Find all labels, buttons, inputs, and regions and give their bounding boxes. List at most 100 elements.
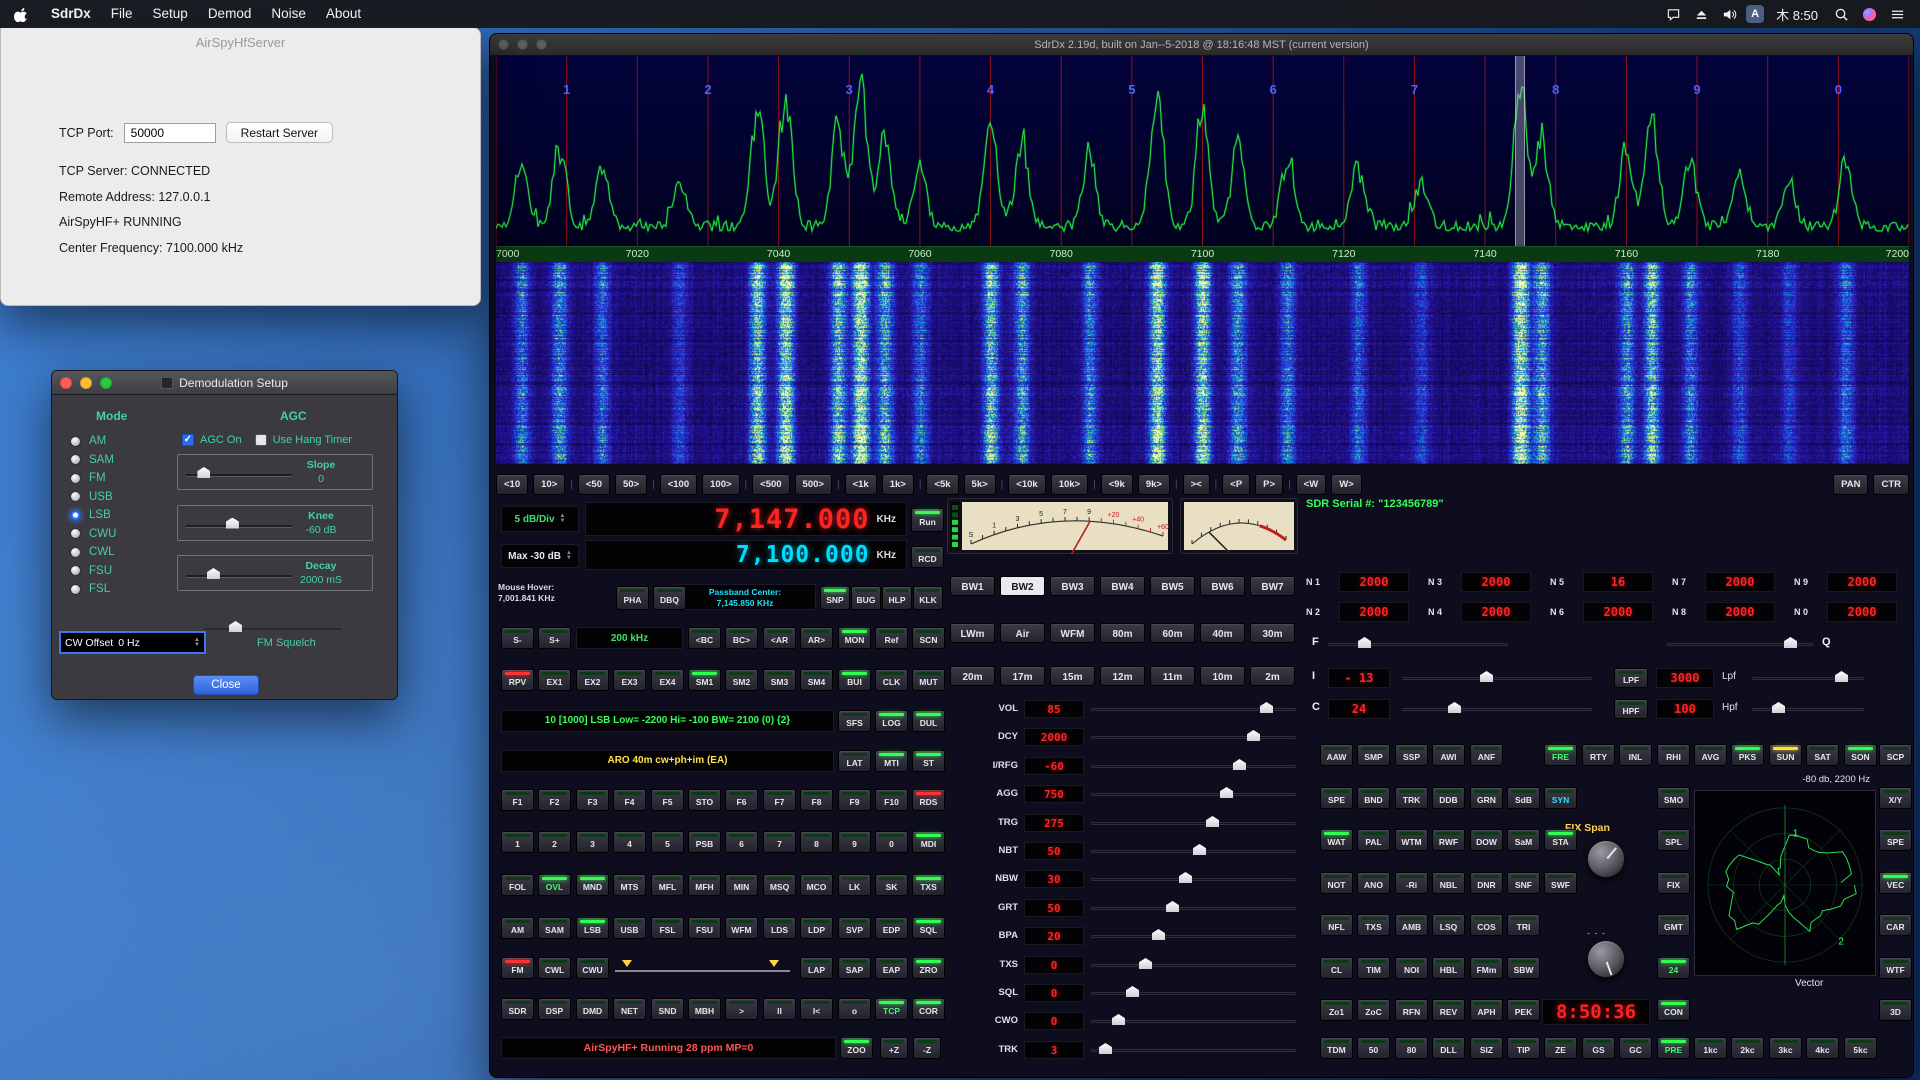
radio-button[interactable] (70, 473, 81, 484)
btn-dmd[interactable]: DMD (576, 998, 609, 1020)
btn-bw5[interactable]: BW5 (1150, 576, 1195, 596)
btn-msq[interactable]: MSQ (763, 874, 796, 896)
btn-spl[interactable]: SPL (1657, 829, 1690, 851)
btn-cos[interactable]: COS (1470, 914, 1503, 936)
btn-24[interactable]: 24 (1657, 957, 1690, 979)
btn-1kc[interactable]: 1kc (1694, 1037, 1727, 1059)
btn-swf[interactable]: SWF (1544, 872, 1577, 894)
btn-tdm[interactable]: TDM (1320, 1037, 1353, 1059)
btn-mon[interactable]: MON (838, 627, 871, 649)
btn-wfm[interactable]: WFM (725, 917, 758, 939)
spectrum-display[interactable]: 1234567890 (496, 56, 1909, 246)
btn-fmm[interactable]: FMm (1470, 957, 1503, 979)
radio-mode-fm[interactable]: FM (70, 472, 116, 484)
btn-mti[interactable]: MTI (875, 750, 908, 772)
minimize-traffic-light[interactable] (80, 377, 92, 389)
btn-mbh[interactable]: MBH (688, 998, 721, 1020)
btn-tcp[interactable]: TCP (875, 998, 908, 1020)
btn-amb[interactable]: AMB (1395, 914, 1428, 936)
btn-ex1[interactable]: EX1 (538, 669, 571, 691)
btn-fre[interactable]: FRE (1544, 744, 1577, 766)
btn-30m[interactable]: 30m (1250, 623, 1295, 643)
btn-dul[interactable]: DUL (912, 710, 945, 732)
btn-smp[interactable]: SMP (1357, 744, 1390, 766)
btn-mdi[interactable]: MDI (912, 831, 945, 853)
btn-step-500[interactable]: 500> (795, 474, 832, 495)
checkbox-box[interactable]: ✓ (182, 434, 194, 446)
btn-step-10[interactable]: <10 (496, 474, 528, 495)
sql-slider-thumb[interactable] (1126, 986, 1139, 997)
btn-ano[interactable]: ANO (1357, 872, 1390, 894)
btn-f4[interactable]: F4 (613, 789, 646, 811)
tuning-cursor[interactable] (1515, 56, 1525, 246)
memory-marker-3[interactable]: 3 (846, 82, 853, 97)
btn-s[interactable]: S- (501, 627, 534, 649)
radio-button[interactable] (70, 565, 81, 576)
btn-step-9k[interactable]: 9k> (1138, 474, 1170, 495)
btn-spe[interactable]: SPE (1320, 787, 1353, 809)
btn-ssp[interactable]: SSP (1395, 744, 1428, 766)
btn-rev[interactable]: REV (1432, 999, 1465, 1021)
btn-12m[interactable]: 12m (1100, 666, 1145, 686)
txs-slider-thumb[interactable] (1139, 958, 1152, 969)
btn-syn[interactable]: SYN (1544, 787, 1577, 809)
btn-80[interactable]: 80 (1395, 1037, 1428, 1059)
btn-snp[interactable]: SNP (820, 586, 850, 610)
btn-7[interactable]: 7 (763, 831, 796, 853)
btn-lsq[interactable]: LSQ (1432, 914, 1465, 936)
menu-setup[interactable]: Setup (143, 0, 198, 28)
btn-lsb[interactable]: LSB (576, 917, 609, 939)
btn-nfl[interactable]: NFL (1320, 914, 1353, 936)
btn-mco[interactable]: MCO (800, 874, 833, 896)
btn-siz[interactable]: SIZ (1470, 1037, 1503, 1059)
btn-step-100[interactable]: 100> (702, 474, 739, 495)
btn-sam[interactable]: SAM (538, 917, 571, 939)
fix-span-knob[interactable] (1587, 840, 1625, 878)
btn-car[interactable]: CAR (1879, 914, 1912, 936)
btn-8[interactable]: 8 (800, 831, 833, 853)
c-slider-thumb[interactable] (1448, 702, 1461, 713)
memory-marker-6[interactable]: 6 (1270, 82, 1277, 97)
btn-log[interactable]: LOG (875, 710, 908, 732)
btn-dll[interactable]: DLL (1432, 1037, 1465, 1059)
knee-slider-thumb[interactable] (226, 518, 239, 529)
btn-z[interactable]: -Z (913, 1037, 941, 1059)
btn-sbw[interactable]: SBW (1507, 957, 1540, 979)
btn-ref[interactable]: Ref (875, 627, 908, 649)
btn-bw3[interactable]: BW3 (1050, 576, 1095, 596)
btn-f1[interactable]: F1 (501, 789, 534, 811)
btn-pks[interactable]: PKS (1731, 744, 1764, 766)
btn-15m[interactable]: 15m (1050, 666, 1095, 686)
btn-sm3[interactable]: SM3 (763, 669, 796, 691)
btn-bnd[interactable]: BND (1357, 787, 1390, 809)
btn-bw2[interactable]: BW2 (1000, 576, 1045, 596)
btn-grn[interactable]: GRN (1470, 787, 1503, 809)
radio-mode-usb[interactable]: USB (70, 491, 116, 503)
btn-aaw[interactable]: AAW (1320, 744, 1353, 766)
btn-f2[interactable]: F2 (538, 789, 571, 811)
btn-rwf[interactable]: RWF (1432, 829, 1465, 851)
btn-1[interactable]: 1 (501, 831, 534, 853)
minimize-traffic-light[interactable] (517, 39, 528, 50)
menu-file[interactable]: File (101, 0, 143, 28)
btn-trk[interactable]: TRK (1395, 787, 1428, 809)
btn-ldp[interactable]: LDP (800, 917, 833, 939)
btn-step-5k[interactable]: 5k> (964, 474, 996, 495)
btn-step-1k[interactable]: 1k> (882, 474, 914, 495)
btn-rds[interactable]: RDS (912, 789, 945, 811)
btn-wat[interactable]: WAT (1320, 829, 1353, 851)
stepper-arrows-icon[interactable]: ▲▼ (194, 638, 200, 648)
volume-icon[interactable] (1718, 3, 1740, 25)
btn-net[interactable]: NET (613, 998, 646, 1020)
btn-dow[interactable]: DOW (1470, 829, 1503, 851)
restart-server-button[interactable]: Restart Server (226, 122, 333, 143)
btn-2[interactable]: 2 (538, 831, 571, 853)
btn-step-1k[interactable]: <1k (845, 474, 877, 495)
radio-button[interactable] (70, 584, 81, 595)
radio-button[interactable] (70, 454, 81, 465)
btn-bc[interactable]: BC> (725, 627, 758, 649)
btn-step-p[interactable]: <P (1222, 474, 1250, 495)
btn-bw7[interactable]: BW7 (1250, 576, 1295, 596)
btn-con[interactable]: CON (1657, 999, 1690, 1021)
vol-slider-thumb[interactable] (1260, 702, 1273, 713)
